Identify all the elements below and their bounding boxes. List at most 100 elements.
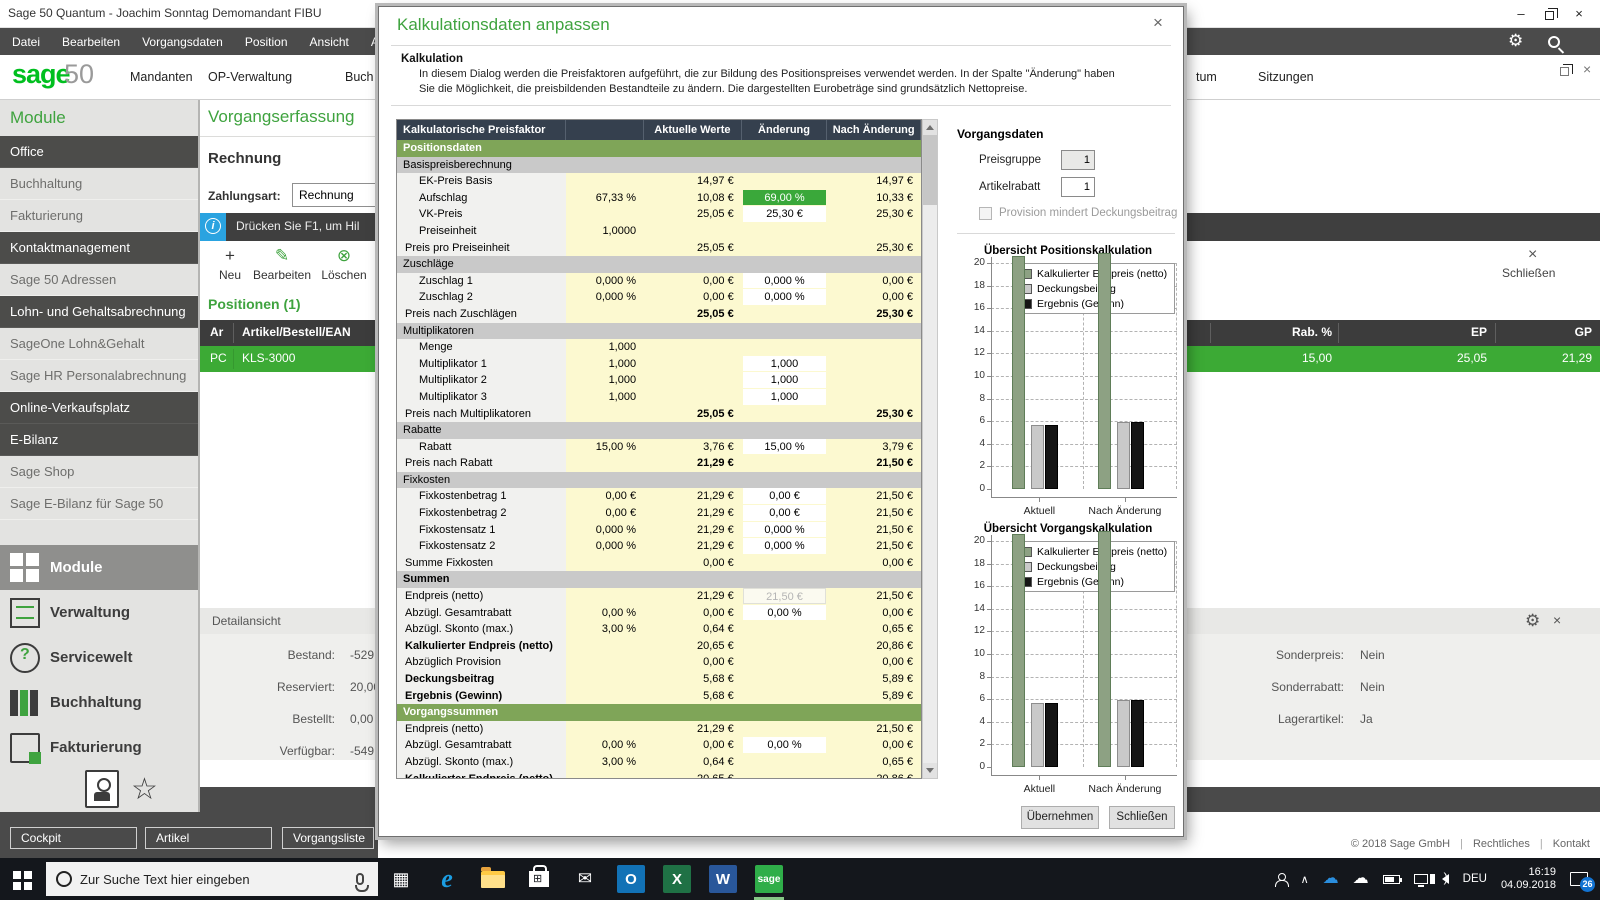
sidebar-item-lohn-und-gehaltsabrechnung[interactable]: Lohn- und Gehaltsabrechnung (0, 296, 198, 328)
sidebar-item-sage-50-adressen[interactable]: Sage 50 Adressen (0, 264, 198, 296)
taskbar-app-sage[interactable]: sage (746, 858, 792, 900)
calc-row[interactable]: Deckungsbeitrag5,68 €5,89 € (397, 671, 921, 688)
calc-row[interactable]: Abzügl. Gesamtrabatt0,00 %0,00 €0,00 %0,… (397, 605, 921, 622)
calc-row[interactable]: Endpreis (netto)21,29 €21,50 € (397, 721, 921, 738)
col-divider[interactable] (1495, 323, 1496, 343)
taskbar-app-edge[interactable]: e (424, 858, 470, 900)
calc-table-scrollbar[interactable] (922, 119, 938, 779)
tab-mandanten[interactable]: Mandanten (130, 70, 193, 84)
calc-row[interactable]: Preis nach Multiplikatoren25,05 €25,30 € (397, 406, 921, 423)
clock[interactable]: 16:19 04.09.2018 (1501, 866, 1556, 892)
taskbar-app-outlook[interactable]: O (608, 858, 654, 900)
col-divider[interactable] (233, 323, 234, 343)
uebernehmen-button[interactable]: Übernehmen (1021, 806, 1099, 829)
calc-row[interactable]: Fixkostenbetrag 10,00 €21,29 €0,00 €21,5… (397, 488, 921, 505)
calc-row[interactable]: Zuschlag 20,000 %0,00 €0,000 %0,00 € (397, 289, 921, 306)
panel-x-icon[interactable]: × (1553, 612, 1561, 628)
calc-row[interactable]: Rabatt15,00 %3,76 €15,00 %3,79 € (397, 439, 921, 456)
schliessen-button[interactable]: Schließen (1109, 806, 1175, 829)
menu-item-position[interactable]: Position (241, 35, 292, 49)
calc-row[interactable]: Menge1,000 (397, 339, 921, 356)
change-input-cell[interactable]: 0,00 % (743, 737, 827, 753)
change-input-cell[interactable]: 1,000 (743, 372, 827, 388)
sidebar-nav-verwaltung[interactable]: Verwaltung (0, 590, 198, 635)
footer-link-rechtliches[interactable]: Rechtliches (1473, 838, 1530, 850)
taskbar-app-task-view[interactable]: ▦ (378, 858, 424, 900)
calc-row[interactable]: Kalkulierter Endpreis (netto)20,65 €20,8… (397, 771, 921, 779)
calc-row[interactable]: Fixkostenbetrag 20,00 €21,29 €0,00 €21,5… (397, 505, 921, 522)
panel-close-label[interactable]: Schließen (1502, 266, 1555, 280)
change-input-cell[interactable]: 25,30 € (743, 206, 827, 222)
header-aktuelle-werte[interactable]: Aktuelle Werte (644, 120, 742, 140)
tab-buchhaltung[interactable]: Buch (345, 70, 374, 84)
taskbar-search[interactable]: Zur Suche Text hier eingeben (46, 862, 378, 896)
notification-icon[interactable]: 26 (1570, 872, 1588, 886)
calc-row[interactable]: EK-Preis Basis14,97 €14,97 € (397, 173, 921, 190)
sidebar-item-sage-e-bilanz-für-sage-50[interactable]: Sage E-Bilanz für Sage 50 (0, 488, 198, 520)
menu-item-bearbeiten[interactable]: Bearbeiten (58, 35, 124, 49)
calc-row[interactable]: VK-Preis25,05 €25,30 €25,30 € (397, 206, 921, 223)
network-icon[interactable] (1414, 874, 1428, 884)
sidebar-item-e-bilanz[interactable]: E-Bilanz (0, 424, 198, 456)
panel-close-icon[interactable]: × (1583, 61, 1591, 77)
calc-row[interactable]: Preiseinheit1,0000 (397, 223, 921, 240)
header-preisfaktor[interactable]: Kalkulatorische Preisfaktor (397, 120, 566, 140)
calc-row[interactable]: Ergebnis (Gewinn)5,68 €5,89 € (397, 688, 921, 705)
col-rab[interactable]: Rab. % (1270, 325, 1332, 339)
taskbar-app-word[interactable]: W (700, 858, 746, 900)
close-button[interactable]: × (1566, 3, 1592, 24)
calc-row[interactable]: Fixkostensatz 10,000 %21,29 €0,000 %21,5… (397, 522, 921, 539)
col-ep[interactable]: EP (1430, 325, 1487, 339)
microphone-icon[interactable] (356, 873, 364, 885)
cloud-icon[interactable]: ☁ (1353, 871, 1369, 887)
restore-button[interactable] (1536, 3, 1562, 24)
bottom-tab-artikel[interactable]: Artikel (145, 827, 272, 849)
address-book-icon[interactable] (85, 770, 119, 808)
bottom-tab-vorgangsliste[interactable]: Vorgangsliste (282, 827, 374, 849)
header-nach-aenderung[interactable]: Nach Änderung (827, 120, 921, 140)
header-aenderung[interactable]: Änderung (742, 120, 828, 140)
taskbar-app-mail[interactable]: ✉ (562, 858, 608, 900)
sidebar-item-online-verkaufsplatz[interactable]: Online-Verkaufsplatz (0, 392, 198, 424)
scroll-down-icon[interactable] (923, 763, 937, 778)
sidebar-nav-servicewelt[interactable]: Servicewelt (0, 635, 198, 680)
col-gp[interactable]: GP (1530, 325, 1592, 339)
sidebar-item-sage-shop[interactable]: Sage Shop (0, 456, 198, 488)
sidebar-item-office[interactable]: Office (0, 136, 198, 168)
gear-icon[interactable]: ⚙ (1508, 31, 1523, 51)
taskbar-app-store[interactable] (516, 858, 562, 900)
sidebar-nav-module[interactable]: Module (0, 545, 198, 590)
change-input-cell[interactable]: 0,000 % (743, 522, 827, 538)
change-input-cell[interactable]: 15,00 % (743, 439, 827, 455)
calc-row[interactable]: Preis pro Preiseinheit25,05 €25,30 € (397, 240, 921, 257)
sidebar-nav-fakturierung[interactable]: Fakturierung (0, 725, 198, 770)
preisgruppe-input[interactable]: 1 (1061, 150, 1095, 170)
battery-icon[interactable] (1383, 875, 1400, 884)
col-divider[interactable] (1210, 323, 1211, 343)
calc-row[interactable]: Preis nach Zuschlägen25,05 €25,30 € (397, 306, 921, 323)
change-input-cell[interactable]: 0,00 € (743, 505, 827, 521)
calc-row[interactable]: Fixkostensatz 20,000 %21,29 €0,000 %21,5… (397, 538, 921, 555)
bottom-tab-cockpit[interactable]: Cockpit (10, 827, 137, 849)
calc-row[interactable]: Preis nach Rabatt21,29 €21,50 € (397, 455, 921, 472)
people-icon[interactable] (1275, 873, 1287, 885)
scroll-thumb[interactable] (923, 135, 937, 205)
sidebar-nav-buchhaltung[interactable]: Buchhaltung (0, 680, 198, 725)
favorites-star-icon[interactable]: ☆ (131, 772, 158, 807)
change-input-cell[interactable]: 0,000 % (743, 273, 827, 289)
footer-link-kontakt[interactable]: Kontakt (1553, 838, 1590, 850)
dialog-close-button[interactable]: × (1147, 13, 1169, 33)
calc-row[interactable]: Abzügl. Skonto (max.)3,00 %0,64 €0,65 € (397, 754, 921, 771)
speaker-icon[interactable] (1442, 874, 1449, 884)
tray-chevron-icon[interactable]: ∧ (1301, 873, 1309, 886)
calc-row[interactable]: Abzügl. Gesamtrabatt0,00 %0,00 €0,00 %0,… (397, 737, 921, 754)
calc-row[interactable]: Multiplikator 31,0001,000 (397, 389, 921, 406)
calc-row[interactable]: Zuschlag 10,000 %0,00 €0,000 %0,00 € (397, 273, 921, 290)
calc-row[interactable]: Aufschlag67,33 %10,08 €69,00 %10,33 € (397, 190, 921, 207)
calc-row[interactable]: Multiplikator 21,0001,000 (397, 372, 921, 389)
delete-button[interactable]: ⊗ Löschen (316, 246, 372, 282)
panel-close-x-icon[interactable]: × (1528, 246, 1537, 264)
panel-gear-icon[interactable]: ⚙ (1525, 611, 1540, 631)
scroll-up-icon[interactable] (923, 120, 937, 135)
change-input-cell[interactable]: 0,000 % (743, 289, 827, 305)
